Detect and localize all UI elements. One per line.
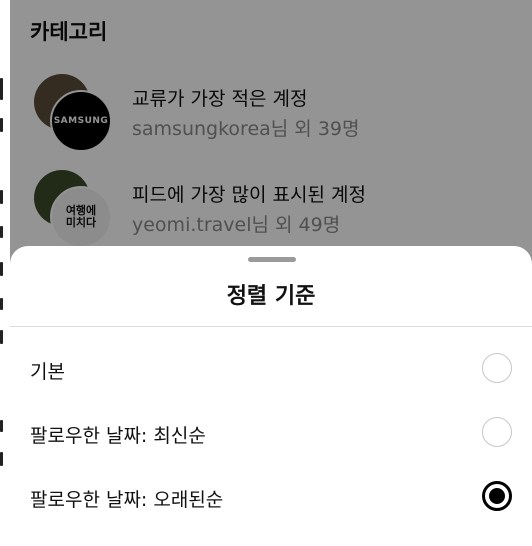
sort-bottom-sheet: 정렬 기준 기본 팔로우한 날짜: 최신순 팔로우한 날짜: 오래된순	[10, 246, 532, 546]
radio-unselected-icon[interactable]	[482, 353, 512, 383]
drag-handle[interactable]	[248, 257, 296, 262]
sort-option-default[interactable]: 기본	[10, 341, 532, 401]
sort-option-newest[interactable]: 팔로우한 날짜: 최신순	[10, 405, 532, 465]
sort-option-label: 기본	[30, 361, 65, 383]
sheet-title: 정렬 기준	[226, 284, 316, 309]
radio-selected-icon[interactable]	[482, 481, 512, 511]
sort-option-oldest[interactable]: 팔로우한 날짜: 오래된순	[10, 469, 532, 529]
sort-option-label: 팔로우한 날짜: 최신순	[30, 425, 206, 447]
radio-unselected-icon[interactable]	[482, 417, 512, 447]
divider	[10, 326, 532, 327]
sort-option-label: 팔로우한 날짜: 오래된순	[30, 489, 224, 511]
left-edge-strip	[0, 0, 10, 533]
